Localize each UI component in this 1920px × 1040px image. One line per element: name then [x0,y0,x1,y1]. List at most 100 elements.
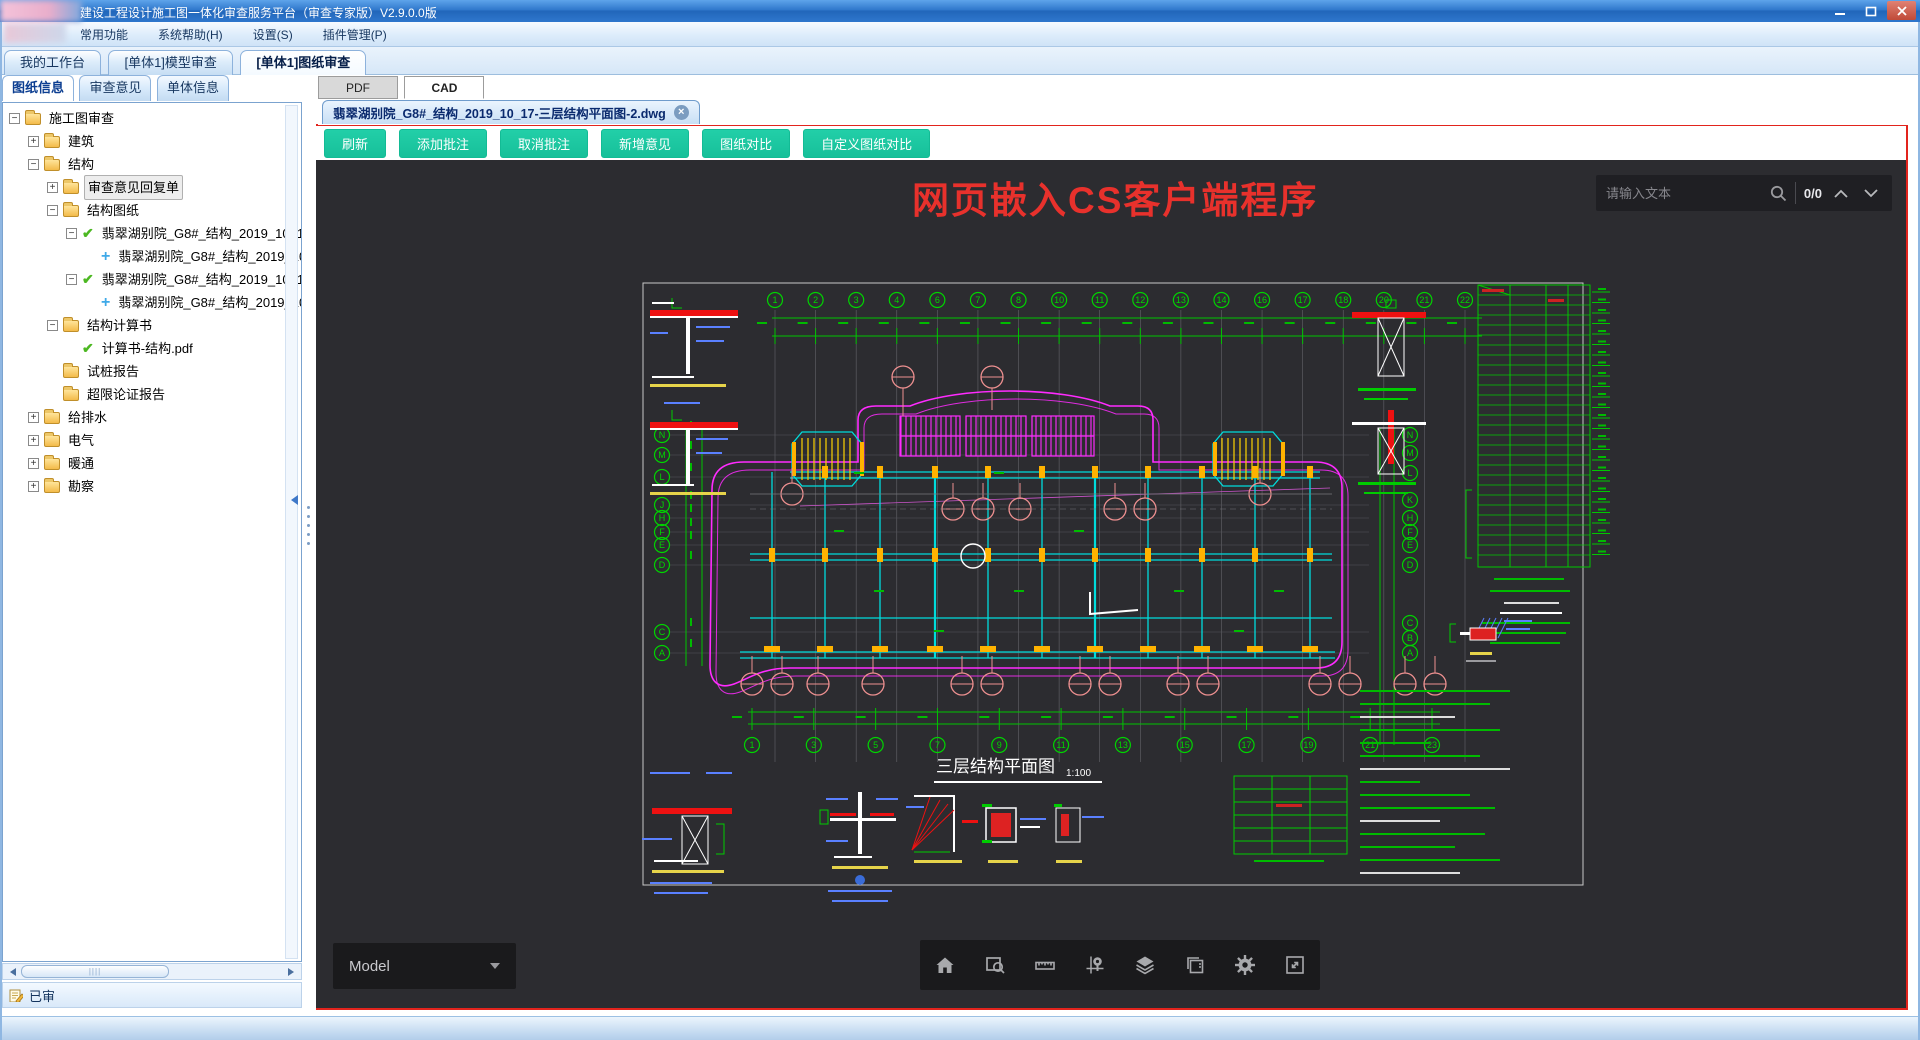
tree-item[interactable]: −✔ 翡翠湖别院_G8#_结构_2019_10_17-三层结构平面图 [3,268,301,291]
scroll-left-icon[interactable] [3,964,19,979]
panel-collapse-button[interactable] [286,490,298,510]
tab-drawing-info[interactable]: 图纸信息 [2,75,75,101]
layout-selector[interactable]: Model [333,943,516,989]
minimize-button[interactable] [1825,1,1854,20]
tab-review-opinion[interactable]: 审查意见 [79,75,152,101]
svg-text:10: 10 [1054,295,1064,305]
layers-icon[interactable] [1125,945,1165,985]
tree-item-label: 计算书-结构.pdf [101,341,193,356]
tab-unit-info[interactable]: 单体信息 [156,75,229,101]
home-icon[interactable] [925,945,965,985]
cad-drawing[interactable]: 1 2 3 4 6 7 8 10 11 12 13 14 16 17 18 20 21 221 3 5 7 9 11 13 15… [314,160,1906,1008]
tree-item[interactable]: + 电气 [3,429,301,452]
tab-cad[interactable]: CAD [404,76,485,99]
expander-minus-icon[interactable]: − [66,228,77,239]
tree-item-label: 勘察 [68,479,95,494]
tree-item[interactable]: − 结构图纸 [3,199,301,222]
tree-item[interactable]: + 翡翠湖别院_G8#_结构_2019_10_17 [3,291,301,314]
open-file-tab[interactable]: 翡翠湖别院_G8#_结构_2019_10_17-三层结构平面图-2.dwg × [322,100,700,124]
expander-plus-icon[interactable]: + [28,458,39,469]
svg-text:A: A [1407,648,1413,658]
scroll-thumb[interactable] [21,965,169,978]
menu-item-common[interactable]: 常用功能 [80,26,128,43]
expander-plus-icon[interactable]: + [28,435,39,446]
expander-minus-icon[interactable]: − [9,113,20,124]
expander-plus-icon[interactable]: + [47,182,58,193]
cad-toolbar-button[interactable]: 图纸对比 [702,128,791,158]
svg-text:16: 16 [1257,295,1267,305]
tree-item[interactable]: ✔ 计算书-结构.pdf [3,337,301,360]
folder-icon [63,362,79,378]
zoom-window-icon[interactable] [975,945,1015,985]
detail-top-right [1352,299,1426,494]
tab-drawing-review[interactable]: [单体1]图纸审查 [240,50,367,75]
svg-text:D: D [659,560,666,570]
expander-minus-icon[interactable]: − [28,159,39,170]
search-icon[interactable] [1769,184,1787,202]
search-prev-icon[interactable] [1830,189,1852,198]
tree-item[interactable]: + 审查意见回复单 [3,175,301,200]
expander-plus-icon[interactable]: + [28,481,39,492]
tree-item[interactable]: − 结构计算书 [3,314,301,337]
fullscreen-icon[interactable] [1275,945,1315,985]
tab-my-workbench[interactable]: 我的工作台 [4,50,102,75]
viewports-icon[interactable] [1175,945,1215,985]
menu-item-help[interactable]: 系统帮助(H) [158,26,223,43]
svg-text:12: 12 [1135,295,1145,305]
tree-item[interactable]: + 暖通 [3,452,301,475]
cad-canvas-area: 1 2 3 4 6 7 8 10 11 12 13 14 16 17 18 20 21 22 1 3 5 7 9 11 13 15… [314,160,1906,1008]
expander-minus-icon[interactable]: − [66,274,77,285]
expander-minus-icon[interactable]: − [47,205,58,216]
tree-item[interactable]: −✔ 翡翠湖别院_G8#_结构_2019_10_17-三层结构平面图 [3,222,301,245]
scroll-right-icon[interactable] [285,964,301,979]
search-input[interactable] [1606,185,1761,201]
maximize-button[interactable] [1856,1,1885,20]
expander-plus-icon[interactable]: + [28,412,39,423]
panel-splitter[interactable] [302,75,316,1016]
menu-item-plugins[interactable]: 插件管理(P) [323,26,387,43]
annotation-marker-icon[interactable] [1075,945,1115,985]
tree-item[interactable]: − 结构 [3,153,301,176]
settings-icon[interactable] [1225,945,1265,985]
svg-text:L: L [1407,468,1412,478]
cad-toolbar-button[interactable]: 新增意见 [601,128,690,158]
cad-toolbar-button[interactable]: 刷新 [324,128,387,158]
cad-toolbar-button[interactable]: 取消批注 [500,128,589,158]
tab-pdf[interactable]: PDF [318,76,398,99]
general-notes [1360,690,1510,874]
tree-item[interactable]: − 施工图审查 [3,107,301,130]
tree-item-label: 试桩报告 [87,364,140,379]
tree-item[interactable]: + 建筑 [3,130,301,153]
svg-text:14: 14 [1216,295,1226,305]
tree-item-label: 施工图审查 [49,111,115,126]
expander-minus-icon[interactable]: − [47,320,58,331]
svg-text:8: 8 [1016,295,1021,305]
window-status-strip [0,1016,1920,1040]
tree-item[interactable]: + 给排水 [3,406,301,429]
cad-toolbar-button[interactable]: 自定义图纸对比 [803,128,931,158]
tree-item[interactable]: + 勘察 [3,475,301,498]
check-icon: ✔ [82,340,94,356]
tab-model-review[interactable]: [单体1]模型审查 [108,50,233,75]
svg-text:23: 23 [1427,740,1437,750]
tree-scrollbar[interactable] [285,105,298,959]
tree-horizontal-scrollbar[interactable] [2,963,302,980]
note-pencil-icon [9,989,23,1002]
menu-item-settings[interactable]: 设置(S) [253,26,293,43]
tree-item-label: 暖通 [68,456,95,471]
tree-item[interactable]: 超限论证报告 [3,383,301,406]
ruler-icon[interactable] [1025,945,1065,985]
close-button[interactable] [1887,1,1916,20]
svg-text:21: 21 [1419,295,1429,305]
expander-plus-icon[interactable]: + [28,136,39,147]
tree-item[interactable]: 试桩报告 [3,360,301,383]
tree-item[interactable]: + 翡翠湖别院_G8#_结构_2019_10_17 [3,245,301,268]
close-file-icon[interactable]: × [673,105,689,120]
svg-text:3: 3 [854,295,859,305]
cad-toolbar-button[interactable]: 添加批注 [399,128,488,158]
window-left-edge [0,22,2,1040]
app-logo [0,0,82,22]
search-next-icon[interactable] [1860,188,1882,198]
